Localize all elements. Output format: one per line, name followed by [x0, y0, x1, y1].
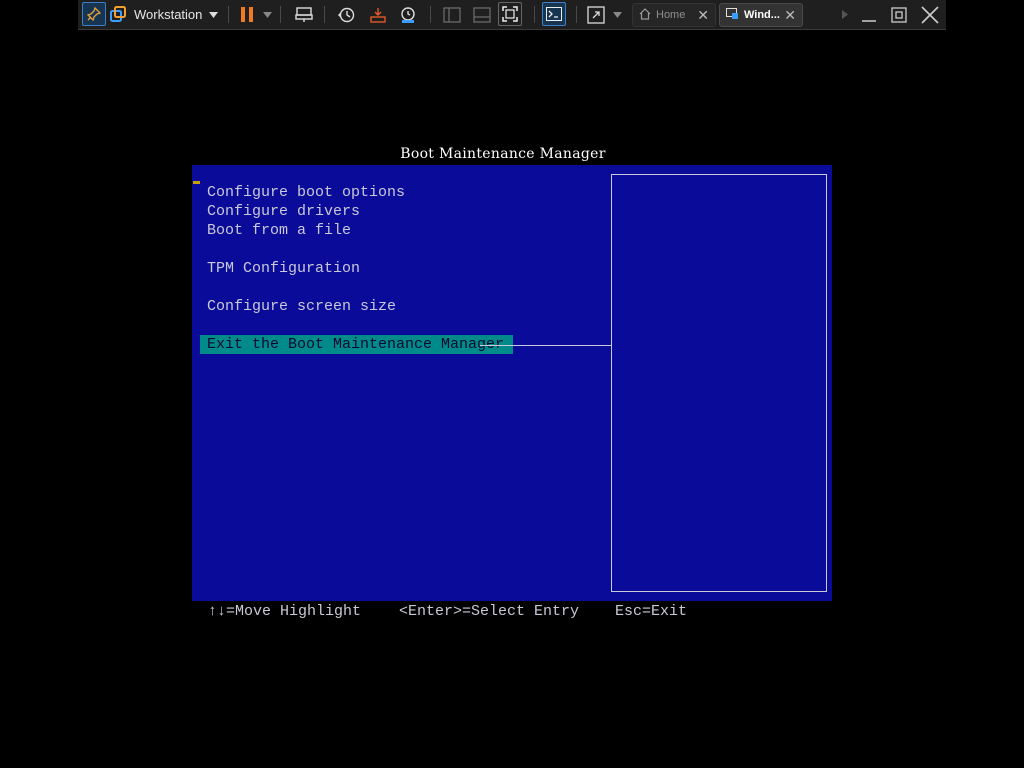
restore-icon: [891, 6, 907, 23]
toolbar-separator: [280, 6, 281, 23]
chevron-down-icon: [262, 11, 272, 18]
console-view-button[interactable]: [542, 2, 566, 26]
restore-button[interactable]: [888, 0, 910, 29]
toolbar-separator: [228, 6, 229, 23]
close-icon[interactable]: ✕: [784, 7, 796, 24]
menu-item-exit-boot-maintenance-manager[interactable]: Exit the Boot Maintenance Manager: [200, 335, 514, 354]
revert-snapshot-icon: [369, 6, 387, 24]
selected-row: Exit the Boot Maintenance Manager: [200, 335, 514, 354]
key-help-bar: ↑↓=Move Highlight <Enter>=Select Entry E…: [208, 603, 687, 621]
menu-item-configure-screen-size[interactable]: Configure screen size: [207, 297, 513, 316]
toolbar-separator: [324, 6, 325, 23]
toolbar-separator: [534, 6, 535, 23]
keyboard-icon: [295, 6, 313, 23]
workstation-menu[interactable]: Workstation: [108, 0, 248, 29]
power-dropdown-button[interactable]: [260, 0, 274, 29]
toolbar-separator: [430, 6, 431, 23]
home-icon: [639, 7, 651, 23]
snapshot-manager-icon: [399, 6, 417, 24]
stretch-guest-button[interactable]: [584, 0, 608, 29]
scroll-indicator: [193, 181, 200, 184]
tab-windows-vm[interactable]: Wind... ✕: [719, 3, 803, 27]
boot-menu: Configure boot options Configure drivers…: [200, 183, 514, 354]
pause-button[interactable]: [236, 0, 258, 29]
toolbar-separator: [576, 6, 577, 23]
snapshot-manager-button[interactable]: [396, 0, 420, 29]
help-connector-line: [480, 345, 611, 346]
menu-item-configure-boot-options[interactable]: Configure boot options: [207, 183, 513, 202]
close-icon: [921, 5, 939, 24]
menu-item-configure-drivers[interactable]: Configure drivers: [207, 202, 513, 221]
help-text-panel: [611, 174, 827, 592]
scroll-tabs-right-button[interactable]: [838, 0, 852, 29]
menu-item-tpm-configuration[interactable]: TPM Configuration: [207, 259, 513, 278]
show-thumbnail-bar-button[interactable]: [470, 0, 494, 29]
menu-spacer: [207, 278, 513, 297]
bios-main-panel: Configure boot options Configure drivers…: [192, 165, 832, 601]
workstation-label: Workstation: [134, 7, 203, 22]
menu-spacer: [207, 240, 513, 259]
tab-home-label: Home: [656, 9, 686, 21]
pin-toolbar-button[interactable]: [82, 2, 106, 26]
stretch-dropdown-button[interactable]: [610, 0, 624, 29]
terminal-icon: [546, 7, 562, 21]
vmware-toolbar: Workstation Home ✕ Wind... ✕: [78, 0, 946, 30]
close-icon[interactable]: ✕: [697, 7, 709, 24]
vmware-logo-icon: [110, 6, 127, 23]
page-title: Boot Maintenance Manager: [400, 146, 606, 162]
chevron-right-icon: [842, 10, 848, 19]
move-highlight-hint: ↑↓=Move Highlight: [208, 603, 362, 620]
show-library-button[interactable]: [440, 0, 464, 29]
library-panel-icon: [443, 6, 461, 23]
chevron-down-icon: [612, 11, 622, 18]
tab-home[interactable]: Home ✕: [632, 3, 716, 27]
full-screen-button[interactable]: [498, 2, 522, 26]
resize-icon: [587, 5, 605, 24]
close-window-button[interactable]: [918, 0, 942, 29]
minimize-button[interactable]: [858, 0, 880, 29]
full-screen-icon: [502, 6, 518, 22]
select-entry-hint: <Enter>=Select Entry: [399, 603, 580, 620]
send-ctrl-alt-del-button[interactable]: [292, 0, 316, 29]
thumbnail-bar-icon: [473, 6, 491, 23]
menu-spacer: [207, 316, 513, 335]
vm-icon: [726, 7, 739, 23]
minimize-icon: [861, 7, 877, 23]
revert-snapshot-button[interactable]: [366, 0, 390, 29]
pause-icon: [240, 6, 254, 23]
tab-windows-vm-label: Wind...: [744, 9, 780, 21]
snapshot-clock-icon: [337, 6, 355, 24]
exit-hint: Esc=Exit: [615, 603, 688, 620]
take-snapshot-button[interactable]: [334, 0, 358, 29]
menu-item-boot-from-file[interactable]: Boot from a file: [207, 221, 513, 240]
pin-icon: [87, 7, 101, 21]
chevron-down-icon: [209, 11, 219, 18]
